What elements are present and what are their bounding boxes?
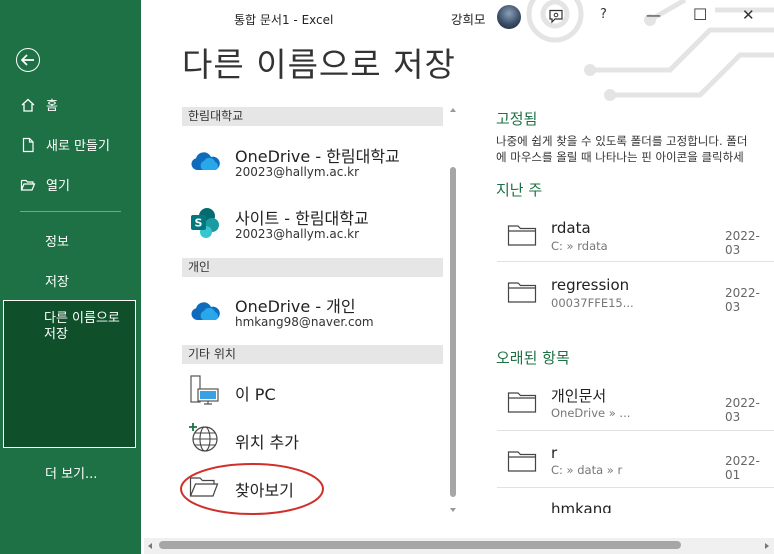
location-subtitle: hmkang98@naver.com <box>235 315 374 329</box>
folder-icon <box>507 280 537 308</box>
onedrive-cloud-icon <box>189 150 221 176</box>
folder-path: C: » data » r <box>551 463 623 477</box>
location-subtitle: 20023@hallym.ac.kr <box>235 165 360 179</box>
group-header-other: 기타 위치 <box>182 345 443 364</box>
folder-date: 2022-03 <box>725 286 760 314</box>
nav-label-new: 새로 만들기 <box>46 139 110 154</box>
scroll-left-icon <box>148 543 152 549</box>
open-folder-icon <box>20 177 36 193</box>
location-onedrive-personal[interactable]: OneDrive - 개인 hmkang98@naver.com <box>182 288 442 338</box>
minimize-button[interactable]: — <box>646 6 661 24</box>
nav-save-as[interactable]: 다른 이름으로 저장 <box>3 300 136 448</box>
folder-date: 2022-03 <box>725 396 760 424</box>
folder-name: hmkang <box>551 500 612 513</box>
nav-open[interactable]: 열기 <box>20 175 70 194</box>
location-title: OneDrive - 한림대학교 <box>235 147 400 166</box>
help-button[interactable]: ? <box>600 7 607 22</box>
group-header-personal: 개인 <box>182 258 443 277</box>
recent-folder-item[interactable]: hmkang <box>497 495 774 513</box>
maximize-button[interactable]: ☐ <box>693 5 707 24</box>
folder-path: 00037FFE15... <box>551 296 634 310</box>
scroll-up-icon <box>450 108 456 112</box>
row-divider <box>497 261 774 262</box>
svg-text:S: S <box>195 217 203 230</box>
location-title: 사이트 - 한림대학교 <box>235 209 369 228</box>
feedback-icon[interactable] <box>547 8 565 30</box>
onedrive-cloud-icon <box>189 300 221 326</box>
folder-path: OneDrive » ... <box>551 406 631 420</box>
folder-path: C: » rdata <box>551 239 608 253</box>
avatar[interactable] <box>497 5 521 29</box>
location-title: OneDrive - 개인 <box>235 297 356 316</box>
nav-label-home: 홈 <box>46 99 58 114</box>
scroll-down-icon <box>450 508 456 512</box>
row-divider <box>497 430 774 431</box>
location-this-pc[interactable]: 이 PC <box>182 372 442 410</box>
nav-label-save-as: 다른 이름으로 저장 <box>44 311 120 342</box>
row-divider <box>497 487 774 488</box>
locations-scroll-thumb[interactable] <box>450 167 456 497</box>
nav-info[interactable]: 정보 <box>45 231 69 250</box>
recent-folder-item[interactable]: 개인문서 OneDrive » ... 2022-03 <box>497 377 774 427</box>
location-onedrive-hallym[interactable]: OneDrive - 한림대학교 20023@hallym.ac.kr <box>182 138 442 188</box>
folder-icon <box>507 449 537 477</box>
scroll-right-icon <box>765 543 769 549</box>
pinned-description-line2: 에 마우스를 올릴 때 나타나는 핀 아이콘을 클릭하세 <box>496 150 744 164</box>
nav-label-open: 열기 <box>46 179 70 194</box>
sharepoint-icon: S <box>190 207 220 243</box>
section-last-week-title: 지난 주 <box>496 181 543 199</box>
folder-icon <box>507 223 537 251</box>
folder-date: 2022-01 <box>725 454 760 482</box>
nav-new[interactable]: 새로 만들기 <box>20 135 110 154</box>
this-pc-icon <box>189 374 221 410</box>
recent-folder-item[interactable]: regression 00037FFE15... 2022-03 <box>497 267 774 317</box>
recent-folder-item[interactable]: r C: » data » r 2022-01 <box>497 436 774 486</box>
nav-home[interactable]: 홈 <box>20 95 58 114</box>
nav-divider <box>20 211 121 212</box>
folder-name: rdata <box>551 219 591 237</box>
location-title: 이 PC <box>235 385 276 404</box>
highlight-ring <box>180 463 324 515</box>
account-name[interactable]: 강희모 <box>451 9 486 28</box>
recent-folder-item[interactable]: rdata C: » rdata 2022-03 <box>497 210 774 260</box>
home-icon <box>20 97 36 113</box>
nav-save[interactable]: 저장 <box>45 271 69 290</box>
backstage-sidebar: 홈 새로 만들기 열기 정보 저장 다른 이름으로 저장 더 보기... <box>0 0 141 554</box>
add-location-globe-icon <box>188 422 220 458</box>
nav-more[interactable]: 더 보기... <box>45 463 97 482</box>
group-header-hallym: 한림대학교 <box>182 107 443 126</box>
section-older-title: 오래된 항목 <box>496 349 570 367</box>
location-sharepoint-hallym[interactable]: S 사이트 - 한림대학교 20023@hallym.ac.kr <box>182 200 442 250</box>
page-title: 다른 이름으로 저장 <box>182 45 456 84</box>
folder-name: 개인문서 <box>551 387 607 405</box>
folder-name: r <box>551 444 558 462</box>
section-pinned-title: 고정됨 <box>496 110 538 128</box>
folder-date: 2022-03 <box>725 229 760 257</box>
location-add-place[interactable]: 위치 추가 <box>182 420 442 458</box>
location-title: 위치 추가 <box>235 433 299 452</box>
pinned-description-line1: 나중에 쉽게 찾을 수 있도록 폴더를 고정합니다. 폴더 <box>496 134 748 148</box>
location-subtitle: 20023@hallym.ac.kr <box>235 227 360 241</box>
close-button[interactable]: ✕ <box>742 6 755 24</box>
folder-icon <box>507 390 537 418</box>
back-button[interactable] <box>16 48 40 72</box>
new-document-icon <box>20 137 36 153</box>
horizontal-scroll-thumb[interactable] <box>159 541 681 549</box>
folder-name: regression <box>551 276 630 294</box>
window-title: 통합 문서1 - Excel <box>234 13 334 27</box>
